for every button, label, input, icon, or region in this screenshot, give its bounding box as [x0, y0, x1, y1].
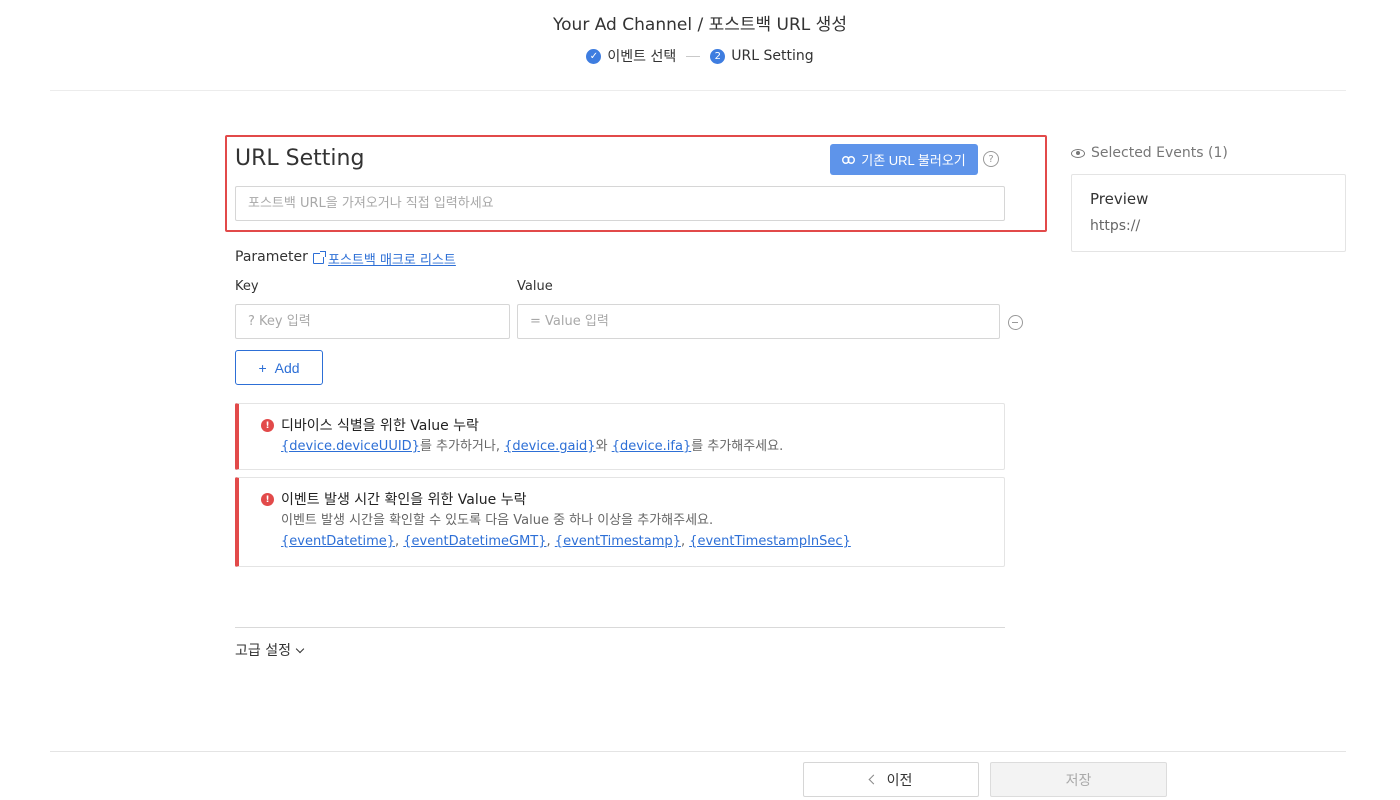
alert-macros: {eventDatetime}, {eventDatetimeGMT}, {ev…: [281, 534, 851, 549]
macro-device-uuid[interactable]: {device.deviceUUID}: [281, 439, 420, 454]
key-column-label: Key: [235, 279, 259, 294]
postback-url-input[interactable]: [235, 186, 1005, 221]
value-column-label: Value: [517, 279, 553, 294]
alert-title: 디바이스 식별을 위한 Value 누락: [281, 418, 479, 434]
external-link-icon: [313, 251, 326, 264]
advanced-settings-label: 고급 설정: [235, 643, 291, 659]
macro-list-link-text: 포스트백 매크로 리스트: [328, 253, 456, 268]
preview-card: Preview https://: [1071, 174, 1346, 252]
add-parameter-button[interactable]: + Add: [235, 350, 323, 385]
save-button[interactable]: 저장: [990, 762, 1167, 797]
remove-row-icon[interactable]: [1008, 315, 1023, 330]
macro-device-gaid[interactable]: {device.gaid}: [504, 439, 595, 454]
step-url-setting: URL Setting: [731, 48, 814, 64]
error-icon: !: [261, 493, 274, 506]
page-title: Your Ad Channel / 포스트백 URL 생성: [0, 10, 1400, 35]
title-separator: /: [697, 15, 704, 35]
macro-event-datetime[interactable]: {eventDatetime}: [281, 534, 395, 549]
preview-title: Preview: [1090, 190, 1149, 208]
alert-text: {device.deviceUUID}를 추가하거나, {device.gaid…: [281, 439, 784, 454]
macro-event-timestamp[interactable]: {eventTimestamp}: [555, 534, 681, 549]
plus-icon: +: [258, 359, 267, 376]
check-icon: ✓: [586, 48, 602, 64]
help-icon[interactable]: ?: [983, 151, 999, 167]
step-event-select[interactable]: 이벤트 선택: [607, 46, 676, 66]
load-existing-url-button[interactable]: 기존 URL 불러오기: [830, 144, 978, 175]
load-existing-url-label: 기존 URL 불러오기: [861, 153, 966, 168]
advanced-settings-toggle[interactable]: 고급 설정: [235, 640, 305, 660]
url-setting-title: URL Setting: [235, 146, 365, 171]
header-divider: [50, 90, 1346, 91]
device-id-warning: ! 디바이스 식별을 위한 Value 누락 {device.deviceUUI…: [235, 403, 1005, 470]
alert-text: 이벤트 발생 시간을 확인할 수 있도록 다음 Value 중 하나 이상을 추…: [281, 513, 714, 528]
chevron-down-icon: [295, 644, 305, 653]
alert-title: 이벤트 발생 시간 확인을 위한 Value 누락: [281, 492, 527, 508]
section-divider: [235, 627, 1005, 628]
step-separator: [686, 55, 701, 57]
previous-button-label: 이전: [886, 771, 913, 788]
stepper: ✓ 이벤트 선택 2 URL Setting: [0, 46, 1400, 66]
selected-events-label: Selected Events (1): [1091, 145, 1228, 161]
value-input[interactable]: [517, 304, 1000, 339]
eye-icon: [1071, 148, 1085, 158]
macro-device-ifa[interactable]: {device.ifa}: [612, 439, 692, 454]
parameter-label: Parameter: [235, 249, 308, 265]
selected-events-toggle[interactable]: Selected Events (1): [1071, 145, 1228, 161]
previous-button[interactable]: 이전: [803, 762, 979, 797]
error-icon: !: [261, 419, 274, 432]
macro-event-datetime-gmt[interactable]: {eventDatetimeGMT}: [403, 534, 546, 549]
chevron-left-icon: [868, 774, 879, 785]
key-input[interactable]: [235, 304, 510, 339]
macro-list-link[interactable]: 포스트백 매크로 리스트: [313, 249, 456, 268]
footer-divider: [50, 751, 1346, 752]
preview-url: https://: [1090, 218, 1141, 234]
macro-event-timestamp-in-sec[interactable]: {eventTimestampInSec}: [689, 534, 851, 549]
step-number-icon: 2: [710, 48, 726, 64]
channel-name: Your Ad Channel: [553, 15, 693, 35]
add-parameter-label: Add: [274, 359, 300, 376]
page-title-text: 포스트백 URL 생성: [708, 15, 847, 35]
link-icon: [842, 155, 856, 164]
event-time-warning: ! 이벤트 발생 시간 확인을 위한 Value 누락 이벤트 발생 시간을 확…: [235, 477, 1005, 567]
